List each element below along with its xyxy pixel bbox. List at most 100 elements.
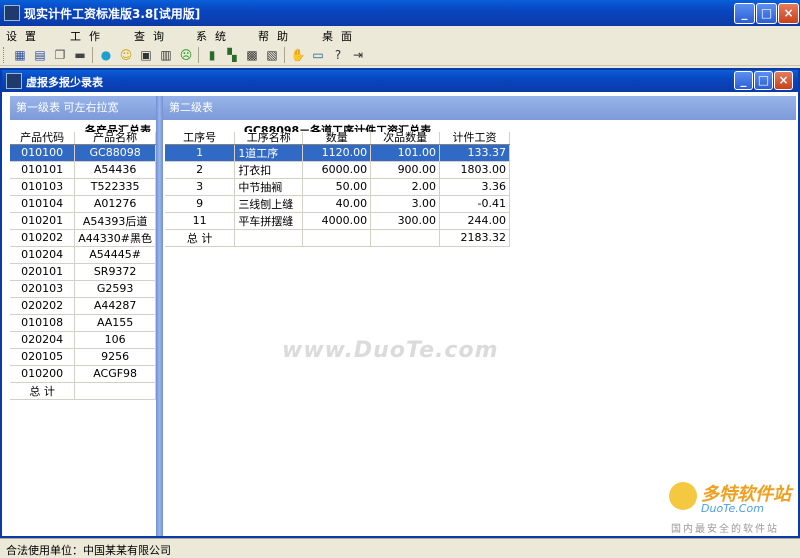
smile-icon[interactable]: ☺ xyxy=(118,47,134,63)
col-product-code[interactable]: 产品代码 xyxy=(10,132,76,145)
menu-desktop[interactable]: 桌面 xyxy=(322,28,360,44)
cell-product-name[interactable]: AA155 xyxy=(74,314,156,332)
cell-product-name[interactable]: SR9372 xyxy=(74,263,156,281)
menu-settings[interactable]: 设置 xyxy=(6,28,44,44)
cell-process-name[interactable]: 1道工序 xyxy=(234,144,304,162)
table-row[interactable]: 1 1道工序 1120.00 101.00 133.37 xyxy=(165,144,510,162)
cell-product-code[interactable]: 010104 xyxy=(10,195,76,213)
table-row[interactable]: 020202 A44287 xyxy=(10,297,156,315)
col-process-name[interactable]: 工序名称 xyxy=(234,132,304,145)
cell-process-no[interactable]: 11 xyxy=(165,212,236,230)
table-row[interactable]: 010200 ACGF98 xyxy=(10,365,156,383)
stop-icon[interactable]: ✋ xyxy=(290,47,306,63)
list-icon[interactable]: ▤ xyxy=(32,47,48,63)
cell-product-name[interactable]: A44287 xyxy=(74,297,156,315)
report-icon[interactable]: ▧ xyxy=(264,47,280,63)
cell-product-name[interactable]: G2593 xyxy=(74,280,156,298)
cell-product-name[interactable]: 9256 xyxy=(74,348,156,366)
table-row[interactable]: 020105 9256 xyxy=(10,348,156,366)
col-quantity[interactable]: 数量 xyxy=(302,132,372,145)
cell-product-name[interactable]: A01276 xyxy=(74,195,156,213)
help-icon[interactable]: ? xyxy=(330,47,346,63)
table-row[interactable]: 010108 AA155 xyxy=(10,314,156,332)
cell-product-code[interactable]: 010200 xyxy=(10,365,76,383)
table-row[interactable]: 3 中节抽裥 50.00 2.00 3.36 xyxy=(165,178,510,196)
child-close-button[interactable]: × xyxy=(774,71,793,90)
tile-icon[interactable]: ▚ xyxy=(224,47,240,63)
cell-piece-wage[interactable]: -0.41 xyxy=(439,195,510,213)
table-row[interactable]: 010100 GC88098 xyxy=(10,144,156,162)
cell-defect-qty[interactable]: 300.00 xyxy=(370,212,441,230)
cell-quantity[interactable]: 4000.00 xyxy=(302,212,372,230)
table-icon[interactable]: ▥ xyxy=(158,47,174,63)
minimize-button[interactable]: _ xyxy=(734,3,755,24)
cell-product-code[interactable]: 010103 xyxy=(10,178,76,196)
cell-piece-wage[interactable]: 133.37 xyxy=(439,144,510,162)
image-icon[interactable]: ▩ xyxy=(244,47,260,63)
col-defect-qty[interactable]: 次品数量 xyxy=(370,132,441,145)
form-icon[interactable]: ▣ xyxy=(138,47,154,63)
menu-system[interactable]: 系统 xyxy=(196,28,234,44)
cell-product-code[interactable]: 020204 xyxy=(10,331,76,349)
panel-splitter[interactable] xyxy=(156,96,163,536)
menu-work[interactable]: 工作 xyxy=(70,28,108,44)
maximize-button[interactable]: □ xyxy=(756,3,777,24)
cell-piece-wage[interactable]: 3.36 xyxy=(439,178,510,196)
cell-product-code[interactable]: 010202 xyxy=(10,229,76,247)
cell-process-name[interactable]: 三线刨上缝 xyxy=(234,195,304,213)
printer-icon[interactable]: ▬ xyxy=(72,47,88,63)
col-piece-wage[interactable]: 计件工资 xyxy=(439,132,510,145)
cell-product-name[interactable]: A54436 xyxy=(74,161,156,179)
menu-help[interactable]: 帮助 xyxy=(258,28,296,44)
cell-product-code[interactable]: 010101 xyxy=(10,161,76,179)
cell-process-no[interactable]: 9 xyxy=(165,195,236,213)
child-minimize-button[interactable]: _ xyxy=(734,71,753,90)
table-row[interactable]: 020101 SR9372 xyxy=(10,263,156,281)
close-button[interactable]: × xyxy=(778,3,799,24)
cell-product-name[interactable]: ACGF98 xyxy=(74,365,156,383)
grid-icon[interactable]: ▦ xyxy=(12,47,28,63)
monitor-icon[interactable]: ▭ xyxy=(310,47,326,63)
cell-product-code[interactable]: 020105 xyxy=(10,348,76,366)
cell-product-name[interactable]: A44330#黑色 xyxy=(74,229,156,247)
cell-product-code[interactable]: 020103 xyxy=(10,280,76,298)
cell-defect-qty[interactable]: 3.00 xyxy=(370,195,441,213)
col-product-name[interactable]: 产品名称 xyxy=(74,132,156,145)
chart-icon[interactable]: ▮ xyxy=(204,47,220,63)
cell-product-name[interactable]: A54393后道 xyxy=(74,212,156,230)
table-row[interactable]: 020204 106 xyxy=(10,331,156,349)
table-row[interactable]: 010103 T522335 xyxy=(10,178,156,196)
table-row[interactable]: 2 打衣扣 6000.00 900.00 1803.00 xyxy=(165,161,510,179)
table-row[interactable]: 020103 G2593 xyxy=(10,280,156,298)
cell-process-name[interactable]: 打衣扣 xyxy=(234,161,304,179)
cell-piece-wage[interactable]: 244.00 xyxy=(439,212,510,230)
cell-product-code[interactable]: 020101 xyxy=(10,263,76,281)
cell-product-name[interactable]: T522335 xyxy=(74,178,156,196)
cell-product-name[interactable]: 106 xyxy=(74,331,156,349)
toolbar-grip[interactable] xyxy=(3,47,6,63)
sad-icon[interactable]: ☹ xyxy=(178,47,194,63)
copy-icon[interactable]: ❐ xyxy=(52,47,68,63)
cell-product-name[interactable]: GC88098 xyxy=(74,144,156,162)
cell-product-code[interactable]: 010201 xyxy=(10,212,76,230)
table-row[interactable]: 010104 A01276 xyxy=(10,195,156,213)
cell-process-name[interactable]: 平车拼摆缝 xyxy=(234,212,304,230)
cell-process-name[interactable]: 中节抽裥 xyxy=(234,178,304,196)
cell-product-code[interactable]: 010108 xyxy=(10,314,76,332)
cell-defect-qty[interactable]: 2.00 xyxy=(370,178,441,196)
table-row[interactable]: 010204 A54445# xyxy=(10,246,156,264)
edit-icon[interactable]: ● xyxy=(98,47,114,63)
cell-defect-qty[interactable]: 101.00 xyxy=(370,144,441,162)
cell-product-code[interactable]: 010204 xyxy=(10,246,76,264)
cell-product-code[interactable]: 010100 xyxy=(10,144,76,162)
cell-defect-qty[interactable]: 900.00 xyxy=(370,161,441,179)
cell-piece-wage[interactable]: 1803.00 xyxy=(439,161,510,179)
table-row[interactable]: 11 平车拼摆缝 4000.00 300.00 244.00 xyxy=(165,212,510,230)
exit-icon[interactable]: ⇥ xyxy=(350,47,366,63)
col-process-no[interactable]: 工序号 xyxy=(165,132,236,145)
table-row[interactable]: 010201 A54393后道 xyxy=(10,212,156,230)
cell-quantity[interactable]: 50.00 xyxy=(302,178,372,196)
table-row[interactable]: 010101 A54436 xyxy=(10,161,156,179)
table-row[interactable]: 010202 A44330#黑色 xyxy=(10,229,156,247)
cell-process-no[interactable]: 3 xyxy=(165,178,236,196)
